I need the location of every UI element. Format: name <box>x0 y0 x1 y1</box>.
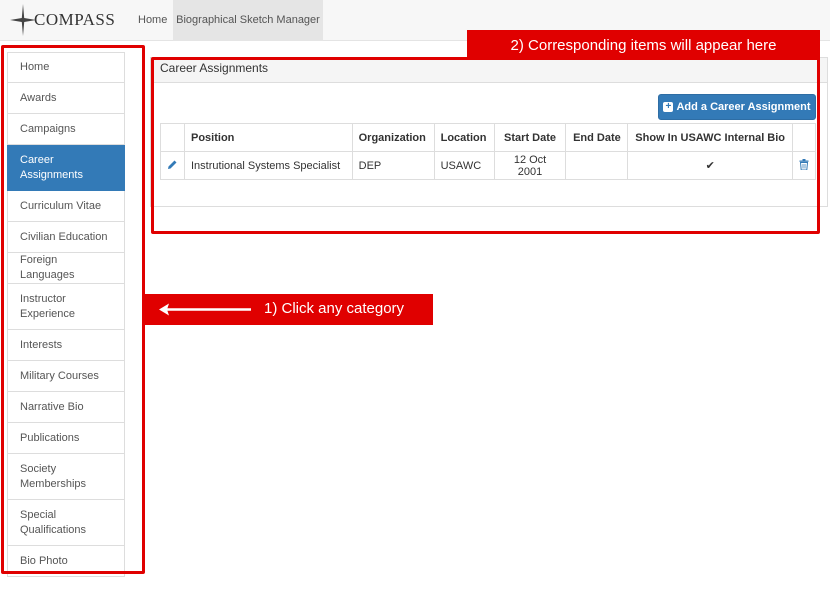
logo-text: Compass <box>34 10 116 29</box>
annotation-callout-category-text: 1) Click any category <box>264 300 405 317</box>
compass-star-icon <box>10 4 36 36</box>
annotation-callout-items: 2) Corresponding items will appear here <box>467 30 820 60</box>
arrow-left-icon <box>159 303 251 316</box>
compass-logo[interactable]: Compass <box>10 4 115 36</box>
nav-home-link[interactable]: Home <box>132 0 173 41</box>
annotation-box-sidebar <box>1 45 145 574</box>
annotation-callout-category: 1) Click any category <box>145 294 433 325</box>
annotation-box-main <box>151 57 820 234</box>
nav-bio-sketch-manager[interactable]: Biographical Sketch Manager <box>173 0 323 41</box>
